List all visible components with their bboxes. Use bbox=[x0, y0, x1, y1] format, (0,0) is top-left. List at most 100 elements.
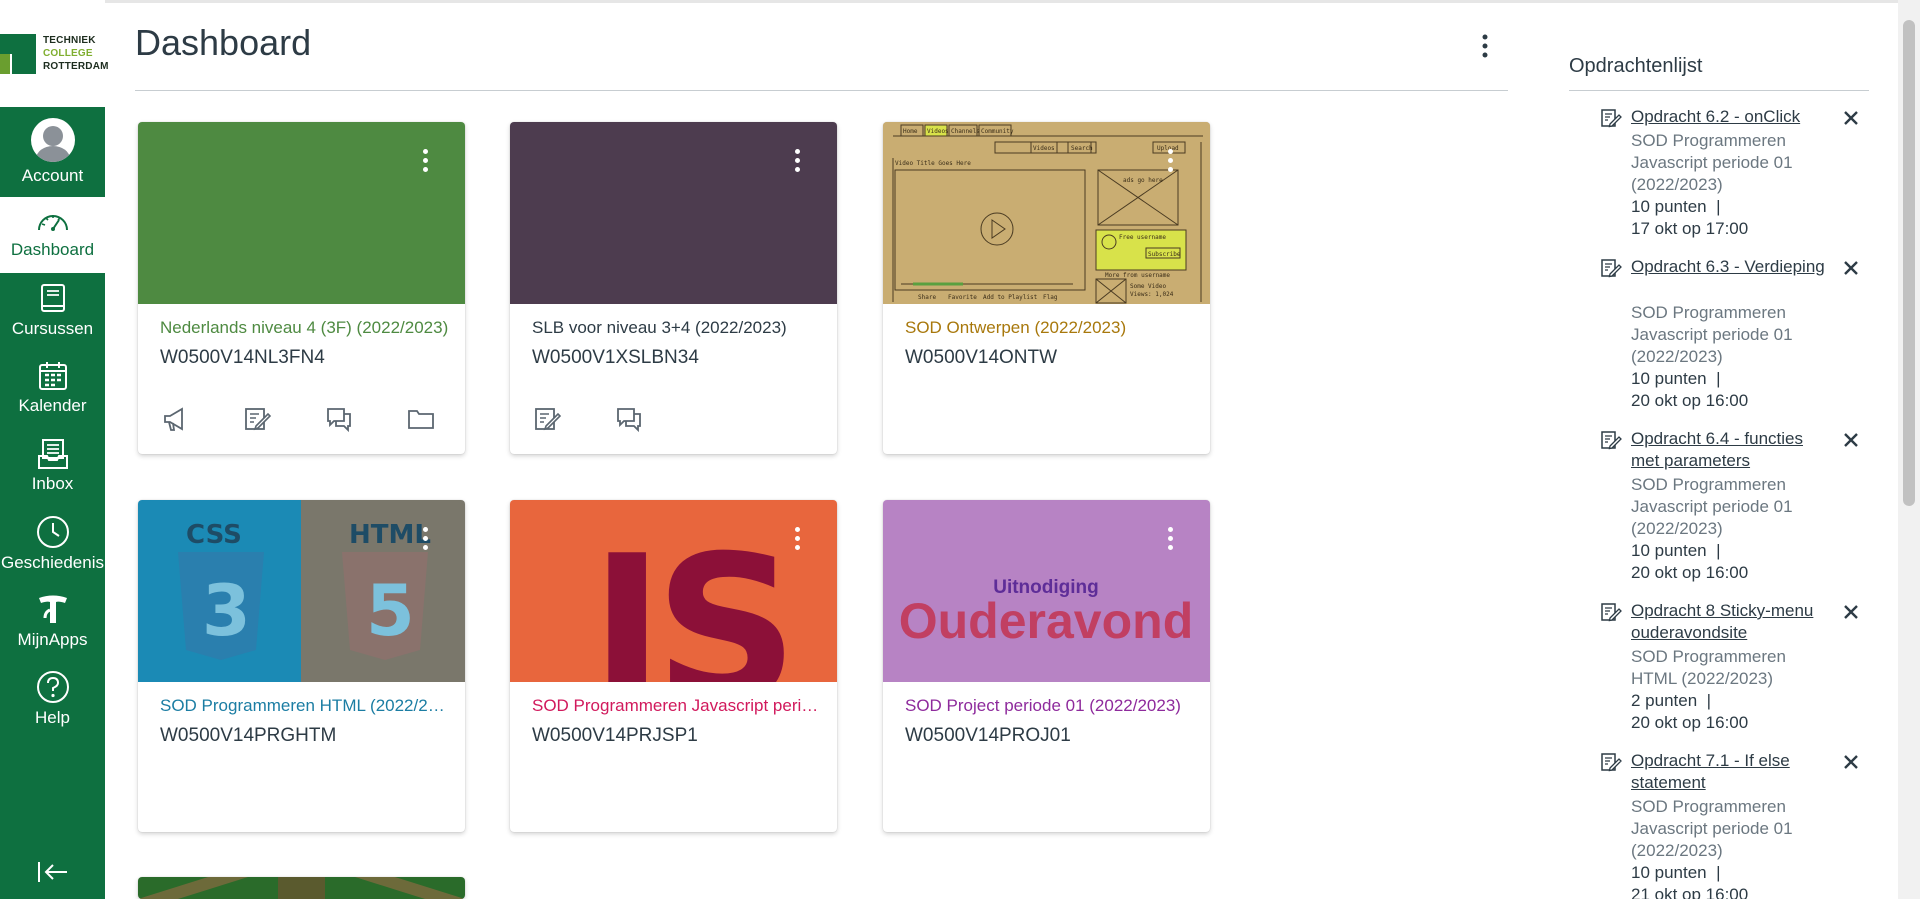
svg-text:CSS: CSS bbox=[186, 520, 242, 550]
svg-text:Subscribe: Subscribe bbox=[1148, 251, 1181, 258]
todo-course: SOD Programmeren Javascript periode 01 (… bbox=[1631, 797, 1793, 860]
course-card[interactable] bbox=[138, 877, 465, 899]
nav-item-label: Cursussen bbox=[11, 319, 94, 338]
course-card-hero[interactable] bbox=[138, 877, 465, 899]
course-title[interactable]: SOD Programmeren Javascript periode 01 (… bbox=[532, 696, 822, 716]
announcements-button[interactable] bbox=[160, 404, 190, 434]
clock-icon bbox=[36, 516, 69, 548]
assignments-icon bbox=[535, 408, 562, 431]
card-options-button[interactable] bbox=[787, 146, 807, 176]
dashboard-options-button[interactable] bbox=[1473, 30, 1497, 64]
card-options-button[interactable] bbox=[1160, 524, 1180, 554]
logo-text: TECHNIEK COLLEGE ROTTERDAM bbox=[43, 35, 109, 72]
nav-item-inbox[interactable]: Inbox bbox=[0, 438, 105, 494]
assignment-icon bbox=[1601, 259, 1622, 278]
todo-due-date: 20 okt op 16:00 bbox=[1631, 391, 1749, 410]
nav-item-calendar[interactable]: Kalender bbox=[0, 360, 105, 416]
more-options-icon bbox=[1482, 34, 1488, 58]
page-title: Dashboard bbox=[135, 22, 312, 63]
nav-item-account[interactable]: Account bbox=[0, 118, 105, 186]
course-title[interactable]: SOD Ontwerpen (2022/2023) bbox=[905, 318, 1195, 338]
nav-item-label: Account bbox=[21, 166, 84, 185]
dismiss-icon[interactable] bbox=[1841, 752, 1861, 772]
nav-item-courses[interactable]: Cursussen bbox=[0, 283, 105, 339]
collapse-nav-icon bbox=[37, 862, 67, 882]
svg-text:Share: Share bbox=[918, 294, 936, 301]
todo-list-title: Opdrachtenlijst bbox=[1569, 55, 1703, 77]
assignment-icon bbox=[1601, 109, 1622, 128]
card-options-button[interactable] bbox=[415, 524, 435, 554]
course-code: W0500V1XSLBN34 bbox=[532, 347, 699, 368]
assignments-icon bbox=[245, 408, 272, 431]
todo-due-date: 20 okt op 16:00 bbox=[1631, 713, 1749, 732]
todo-due-date: 20 okt op 16:00 bbox=[1631, 563, 1749, 582]
todo-link[interactable]: Opdracht 8 Sticky-menu ouderavondsite bbox=[1631, 600, 1831, 644]
page-scrollbar[interactable] bbox=[1898, 0, 1920, 899]
card-options-button[interactable] bbox=[415, 146, 435, 176]
todo-due-date: 17 okt op 17:00 bbox=[1631, 219, 1749, 238]
svg-text:Ouderavond: Ouderavond bbox=[899, 593, 1193, 649]
course-title[interactable]: SOD Project periode 01 (2022/2023) bbox=[905, 696, 1195, 716]
dismiss-icon[interactable] bbox=[1841, 602, 1861, 622]
assignments-button[interactable] bbox=[242, 404, 272, 434]
collapse-nav-button[interactable] bbox=[0, 860, 105, 884]
todo-points: 10 punten | bbox=[1631, 369, 1721, 388]
todo-due-date: 21 okt op 16:00 bbox=[1631, 885, 1749, 899]
card-options-button[interactable] bbox=[787, 524, 807, 554]
svg-text:ads go here: ads go here bbox=[1123, 177, 1163, 184]
todo-link[interactable]: Opdracht 6.4 - functies met parameters bbox=[1631, 428, 1831, 472]
courses-icon bbox=[40, 284, 65, 312]
course-card[interactable]: JS SOD Programmeren Javascript periode 0… bbox=[510, 500, 837, 832]
files-button[interactable] bbox=[406, 404, 436, 434]
scrollbar-thumb[interactable] bbox=[1903, 20, 1915, 506]
apps-icon bbox=[38, 595, 67, 623]
todo-list-divider bbox=[1569, 90, 1869, 91]
todo-course: SOD Programmeren HTML (2022/2023) bbox=[1631, 647, 1786, 688]
assignments-button[interactable] bbox=[532, 404, 562, 434]
todo-points: 2 punten | bbox=[1631, 691, 1712, 710]
svg-text:Videos: Videos bbox=[1033, 145, 1055, 152]
discussions-button[interactable] bbox=[324, 404, 354, 434]
course-card[interactable]: Uitnodiging Ouderavond SOD Project perio… bbox=[883, 500, 1210, 832]
assignment-icon bbox=[1601, 603, 1622, 622]
svg-text:Some Video: Some Video bbox=[1130, 283, 1167, 290]
course-card[interactable]: Nederlands niveau 4 (3F) (2022/2023) W05… bbox=[138, 122, 465, 454]
todo-link[interactable]: Opdracht 6.2 - onClick bbox=[1631, 106, 1831, 128]
calendar-icon bbox=[38, 362, 67, 390]
dismiss-icon[interactable] bbox=[1841, 258, 1861, 278]
nav-item-label: Kalender bbox=[18, 396, 87, 415]
nav-item-help[interactable]: Help bbox=[0, 670, 105, 728]
header-divider bbox=[135, 90, 1508, 91]
course-title[interactable]: SOD Programmeren HTML (2022/2023) bbox=[160, 696, 450, 716]
svg-text:Channels: Channels bbox=[951, 128, 980, 135]
dashboard-icon bbox=[37, 215, 68, 231]
todo-link[interactable]: Opdracht 7.1 - If else statement bbox=[1631, 750, 1831, 794]
course-card[interactable]: SLB voor niveau 3+4 (2022/2023) W0500V1X… bbox=[510, 122, 837, 454]
school-logo[interactable]: TECHNIEK COLLEGE ROTTERDAM bbox=[0, 0, 108, 107]
card-options-button[interactable] bbox=[1160, 146, 1180, 176]
course-title[interactable]: Nederlands niveau 4 (3F) (2022/2023) bbox=[160, 318, 450, 338]
svg-text:Home: Home bbox=[903, 128, 918, 135]
nav-item-label: Inbox bbox=[31, 474, 74, 493]
todo-link[interactable]: Opdracht 6.3 - Verdieping bbox=[1631, 256, 1831, 278]
svg-text:Video Title Goes Here: Video Title Goes Here bbox=[895, 160, 971, 167]
dismiss-icon[interactable] bbox=[1841, 430, 1861, 450]
todo-points: 10 punten | bbox=[1631, 541, 1721, 560]
course-card[interactable]: CSS 3 HTML 5 SOD Programmeren HTML (2022… bbox=[138, 500, 465, 832]
todo-points: 10 punten | bbox=[1631, 863, 1721, 882]
discussions-icon bbox=[327, 408, 351, 433]
dismiss-icon[interactable] bbox=[1841, 108, 1861, 128]
svg-text:More from username: More from username bbox=[1105, 272, 1170, 279]
course-card[interactable]: Home Videos Channels Community Videos Se… bbox=[883, 122, 1210, 454]
nav-item-history[interactable]: Geschiedenis bbox=[0, 515, 105, 573]
course-code: W0500V14NL3FN4 bbox=[160, 347, 325, 368]
course-title[interactable]: SLB voor niveau 3+4 (2022/2023) bbox=[532, 318, 822, 338]
nav-item-label: Geschiedenis bbox=[0, 553, 104, 572]
assignment-icon bbox=[1601, 753, 1622, 772]
nav-item-label: MijnApps bbox=[17, 630, 88, 649]
svg-text:Views: 1,024: Views: 1,024 bbox=[1130, 291, 1174, 298]
todo-item: Opdracht 7.1 - If else statement SOD Pro… bbox=[1600, 750, 1870, 899]
discussions-button[interactable] bbox=[614, 404, 644, 434]
nav-item-dashboard[interactable]: Dashboard bbox=[0, 197, 105, 273]
nav-item-myapps[interactable]: MijnApps bbox=[0, 594, 105, 650]
